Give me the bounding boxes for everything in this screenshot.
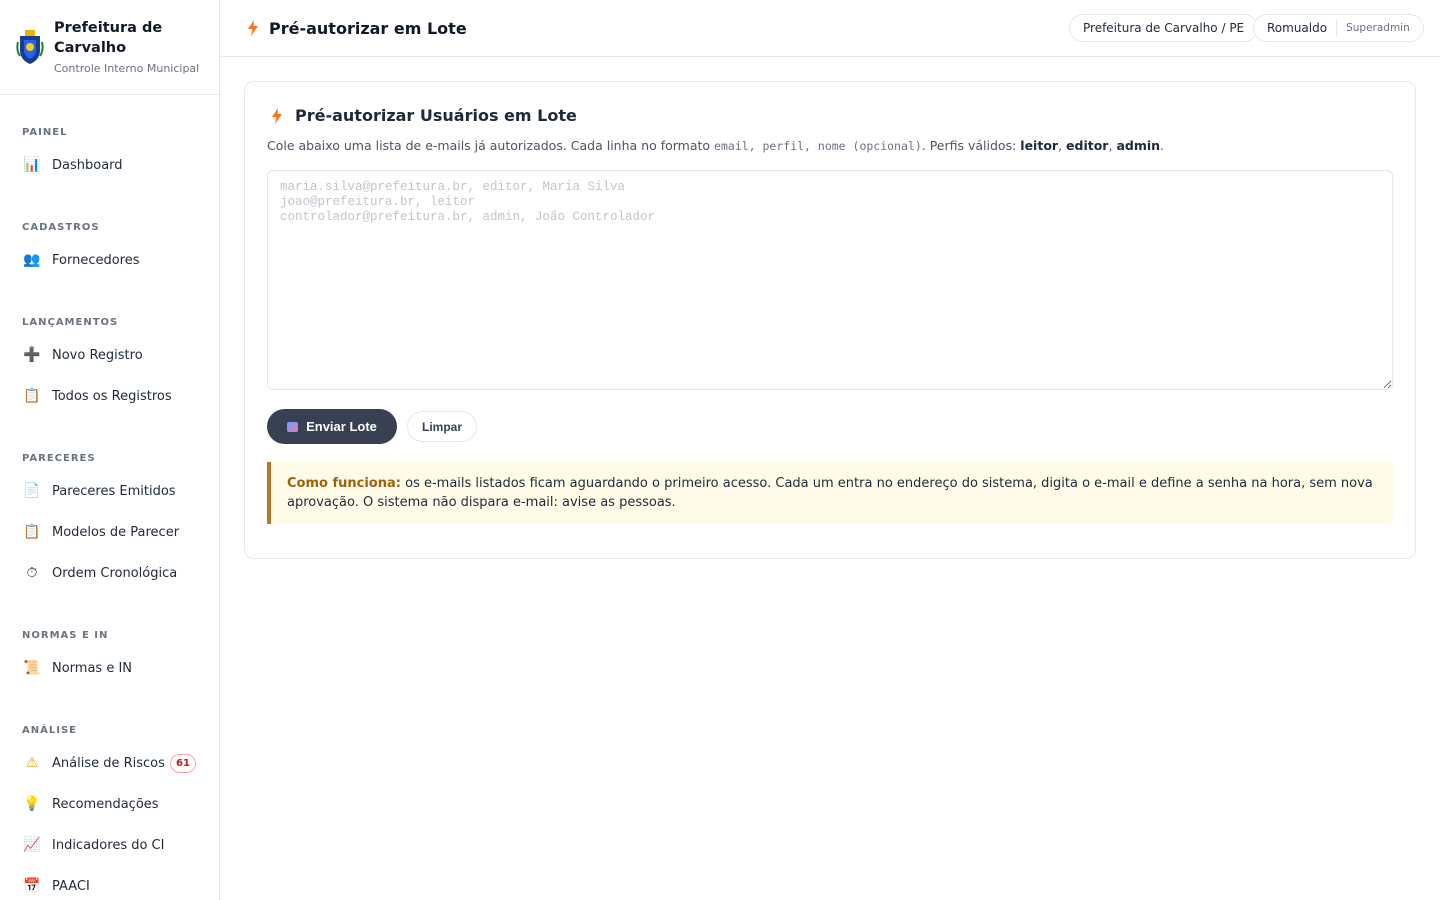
lightbulb-icon: 💡	[23, 796, 41, 812]
section-label-normas: NORMAS E IN	[22, 630, 109, 641]
section-label-pareceres: PARECERES	[22, 453, 96, 464]
sidebar-item-analise-riscos[interactable]: ⚠ Análise de Riscos 61	[22, 750, 202, 776]
section-label-analise: ANÁLISE	[22, 725, 77, 736]
stopwatch-icon: ⏱	[26, 565, 38, 581]
emails-textarea[interactable]	[267, 170, 1393, 390]
sidebar-item-paaci[interactable]: 📅 PAACI	[22, 873, 202, 899]
org-selector[interactable]: Prefeitura de Carvalho / PE	[1069, 14, 1259, 42]
divider	[1336, 19, 1338, 37]
people-icon: 👥	[23, 252, 41, 268]
how-it-works-note: Como funciona: os e-mails listados ficam…	[267, 462, 1393, 524]
info-text: os e-mails listados ficam aguardando o p…	[287, 476, 1373, 510]
warning-icon: ⚠	[25, 755, 39, 771]
sidebar: Prefeitura de Carvalho Controle Interno …	[0, 0, 220, 900]
bar-chart-icon: 📊	[23, 157, 41, 173]
coat-of-arms-icon	[16, 30, 44, 64]
card-description: Cole abaixo uma lista de e-mails já auto…	[267, 138, 1165, 153]
org-name: Prefeitura de Carvalho / PE	[1083, 21, 1245, 35]
sidebar-item-label: Normas e IN	[52, 660, 133, 676]
sidebar-item-label: Novo Registro	[52, 347, 143, 363]
clipboard-icon: 📋	[23, 388, 41, 404]
brand-title: Prefeitura de Carvalho	[54, 20, 163, 56]
page-title: Pré-autorizar em Lote	[269, 18, 467, 38]
inbox-icon	[287, 421, 299, 432]
sidebar-item-pareceres-emitidos[interactable]: 📄 Pareceres Emitidos	[22, 478, 202, 504]
user-menu[interactable]: Romualdo Superadmin	[1253, 14, 1424, 42]
format-code: email, perfil, nome (opcional)	[714, 139, 922, 153]
profile-admin: admin	[1116, 138, 1161, 153]
document-icon: 📄	[23, 483, 41, 499]
brand-subtitle: Controle Interno Municipal	[54, 62, 200, 75]
profile-editor: editor	[1066, 138, 1109, 153]
info-label: Como funciona:	[287, 476, 401, 491]
send-batch-button[interactable]: Enviar Lote	[267, 409, 397, 444]
sidebar-item-label: Pareceres Emitidos	[52, 483, 176, 499]
card-title: Pré-autorizar Usuários em Lote	[271, 106, 577, 125]
section-label-lancamentos: LANÇAMENTOS	[22, 317, 119, 328]
sidebar-item-label: Ordem Cronológica	[52, 565, 178, 581]
sidebar-item-todos-registros[interactable]: 📋 Todos os Registros	[22, 383, 202, 409]
calendar-icon: 📅	[23, 878, 41, 894]
sidebar-item-label: PAACI	[52, 878, 90, 894]
scroll-icon: 📜	[23, 660, 41, 676]
sidebar-item-dashboard[interactable]: 📊 Dashboard	[22, 152, 202, 178]
sidebar-item-novo-registro[interactable]: ➕ Novo Registro	[22, 342, 202, 368]
user-role: Superadmin	[1346, 22, 1410, 34]
sidebar-item-label: Análise de Riscos	[52, 755, 165, 771]
sidebar-item-label: Indicadores do CI	[52, 837, 165, 853]
section-label-cadastros: CADASTROS	[22, 222, 100, 233]
sidebar-item-label: Dashboard	[52, 157, 123, 173]
card-title-text: Pré-autorizar Usuários em Lote	[295, 106, 577, 125]
sidebar-item-normas-in[interactable]: 📜 Normas e IN	[22, 655, 202, 681]
brand: Prefeitura de Carvalho Controle Interno …	[0, 0, 219, 95]
lightning-icon	[272, 107, 282, 124]
sidebar-item-modelos-parecer[interactable]: 📋 Modelos de Parecer	[22, 519, 202, 545]
risk-count-badge: 61	[170, 753, 196, 773]
sidebar-item-label: Modelos de Parecer	[52, 524, 180, 540]
sidebar-item-ordem-cronologica[interactable]: ⏱ Ordem Cronológica	[22, 560, 202, 586]
trend-chart-icon: 📈	[23, 837, 41, 853]
section-label-painel: PAINEL	[22, 127, 68, 138]
profile-leitor: leitor	[1020, 138, 1059, 153]
sidebar-item-label: Todos os Registros	[52, 388, 172, 404]
sidebar-item-indicadores[interactable]: 📈 Indicadores do CI	[22, 832, 202, 858]
user-name: Romualdo	[1267, 21, 1328, 35]
lightning-icon	[248, 20, 258, 36]
desc-profiles: . Perfis válidos:	[921, 138, 1017, 153]
clear-button[interactable]: Limpar	[407, 411, 477, 442]
plus-icon: ➕	[23, 347, 41, 363]
topbar: Pré-autorizar em Lote Prefeitura de Carv…	[221, 0, 1440, 57]
sidebar-item-label: Recomendações	[52, 796, 159, 812]
sidebar-item-fornecedores[interactable]: 👥 Fornecedores	[22, 247, 202, 273]
sidebar-item-recomendacoes[interactable]: 💡 Recomendações	[22, 791, 202, 817]
sidebar-item-label: Fornecedores	[52, 252, 140, 268]
send-batch-label: Enviar Lote	[306, 419, 377, 434]
batch-preauthorize-card: Pré-autorizar Usuários em Lote Cole abai…	[244, 81, 1416, 559]
clipboard-icon: 📋	[23, 524, 41, 540]
desc-prefix: Cole abaixo uma lista de e-mails já auto…	[267, 138, 711, 153]
